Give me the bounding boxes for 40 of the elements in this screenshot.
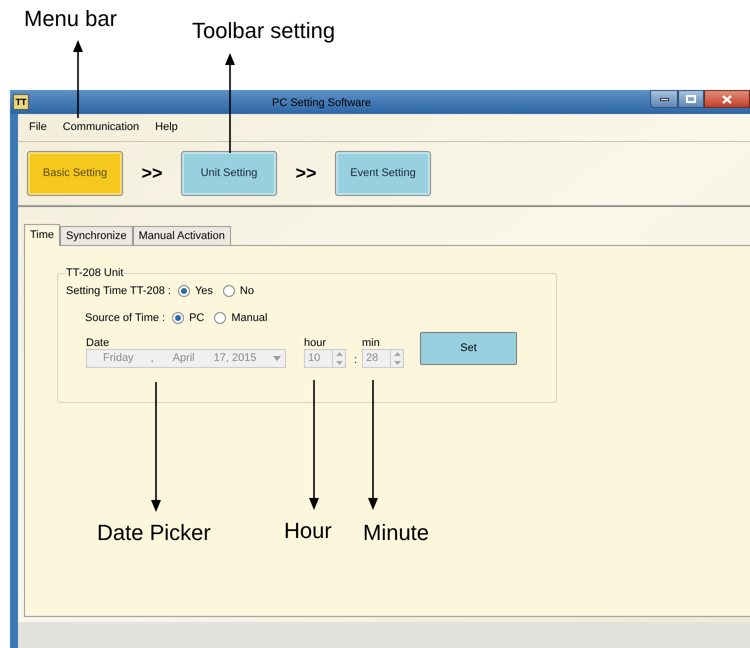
field-label: Source of Time :	[85, 311, 166, 326]
radio-button[interactable]	[172, 312, 184, 324]
close-icon	[722, 94, 732, 104]
minimize-icon	[660, 98, 668, 100]
close-button[interactable]	[704, 90, 750, 108]
radio-button[interactable]	[178, 285, 190, 298]
annotation-label: Minute	[363, 520, 430, 546]
toolbar-step-button[interactable]: Basic Setting	[27, 151, 123, 196]
radio-label: PC	[189, 311, 204, 326]
minimize-button[interactable]	[650, 90, 678, 108]
toolbar-step-button[interactable]: Unit Setting	[181, 151, 277, 196]
maximize-icon	[686, 95, 696, 103]
field-label: Setting Time TT-208 :	[66, 284, 171, 299]
group-title: TT-208 Unit	[66, 267, 124, 279]
menu-item[interactable]: File	[29, 119, 47, 136]
tab[interactable]: Manual Activation	[132, 226, 231, 245]
annotation-label: Menu bar	[24, 6, 117, 32]
time-separator: :	[354, 353, 358, 368]
field-label: hour	[304, 336, 326, 351]
app-icon: TT	[13, 94, 29, 110]
menu-item[interactable]: Help	[155, 119, 178, 136]
radio-label: No	[240, 284, 254, 299]
radio-label: Yes	[194, 284, 213, 299]
set-button[interactable]: Set	[420, 332, 517, 365]
field-label: min	[362, 336, 380, 351]
tab[interactable]: Synchronize	[60, 226, 133, 245]
maximize-button[interactable]	[678, 90, 704, 108]
annotation-label: Date Picker	[97, 520, 211, 546]
toolbar-step-button[interactable]: Event Setting	[335, 151, 431, 196]
annotation-label: Toolbar setting	[192, 18, 336, 44]
radio-label: Manual	[231, 311, 268, 326]
radio-button[interactable]	[222, 285, 235, 298]
menu-item[interactable]: Communication	[62, 119, 140, 136]
tab[interactable]: Time	[24, 224, 60, 246]
field-label: Date	[86, 336, 110, 351]
window-title: PC Setting Software	[272, 96, 372, 111]
step-separator: >>	[140, 162, 164, 185]
step-separator: >>	[294, 162, 318, 185]
annotation-label: Hour	[284, 518, 332, 544]
radio-button[interactable]	[214, 312, 226, 324]
